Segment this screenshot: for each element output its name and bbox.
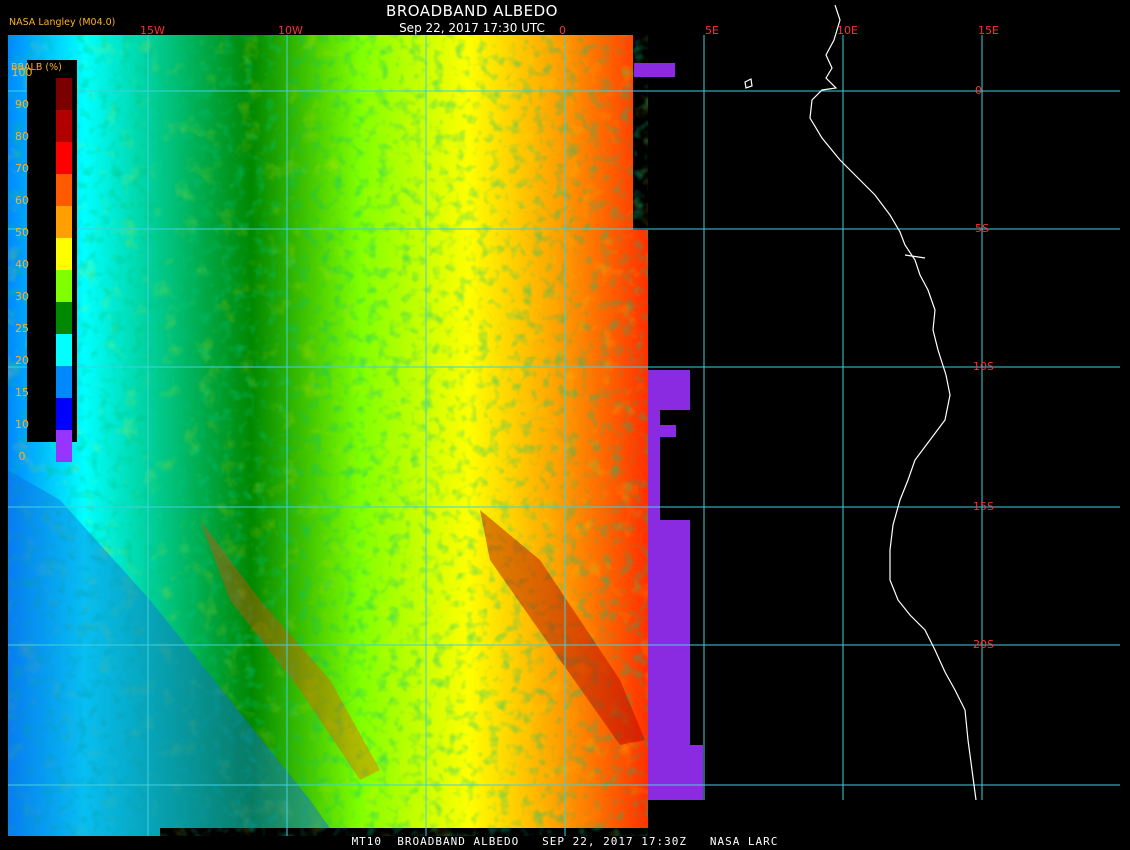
page-title: BROADBAND ALBEDO <box>386 2 558 20</box>
legend-tick-label: 100 <box>11 66 33 79</box>
coastline <box>744 4 977 801</box>
legend-swatch <box>56 78 72 110</box>
legend-swatch <box>56 398 72 430</box>
lat-label-0: 0 <box>975 84 982 97</box>
albedo-map <box>8 4 1120 836</box>
legend-swatch <box>56 238 72 270</box>
legend-swatch <box>56 334 72 366</box>
legend-tick-label: 0 <box>18 450 26 463</box>
legend-tick-label: 20 <box>15 354 29 367</box>
legend-tick-label: 10 <box>15 418 29 431</box>
lat-label-10s: 10S <box>973 360 994 373</box>
legend-swatch <box>56 430 72 462</box>
satellite-swath <box>8 35 648 836</box>
legend-swatch <box>56 174 72 206</box>
legend-tick-label: 25 <box>15 322 29 335</box>
lon-label-15e: 15E <box>978 24 999 37</box>
legend-tick-label: 80 <box>15 130 29 143</box>
lon-label-10e: 10E <box>837 24 858 37</box>
legend-tick-label: 60 <box>15 194 29 207</box>
lon-label-15w: 15W <box>140 24 165 37</box>
lon-label-10w: 10W <box>278 24 303 37</box>
lon-label-5e: 5E <box>705 24 719 37</box>
legend-swatch <box>56 270 72 302</box>
lat-label-5s: 5S <box>975 222 989 235</box>
legend-tick-label: 90 <box>15 98 29 111</box>
producer-label: NASA Langley (M04.0) <box>9 17 116 28</box>
legend-tick-label: 50 <box>15 226 29 239</box>
legend-swatch <box>56 302 72 334</box>
legend-swatch <box>56 366 72 398</box>
legend-swatch <box>56 206 72 238</box>
lat-label-20s: 20S <box>973 638 994 651</box>
legend-swatch <box>56 142 72 174</box>
color-legend: BBALB (%) 100 90 80 70 60 50 40 30 25 20 15 10 0 <box>11 60 77 463</box>
legend-tick-label: 15 <box>15 386 29 399</box>
legend-tick-label: 40 <box>15 258 29 271</box>
timestamp: Sep 22, 2017 17:30 UTC <box>399 21 545 35</box>
lon-label-0: 0 <box>559 24 566 37</box>
lat-label-15s: 15S <box>973 500 994 513</box>
footer-caption: MT10 BROADBAND ALBEDO SEP 22, 2017 17:30… <box>351 835 779 848</box>
legend-tick-label: 70 <box>15 162 29 175</box>
legend-swatch <box>56 110 72 142</box>
legend-tick-label: 30 <box>15 290 29 303</box>
